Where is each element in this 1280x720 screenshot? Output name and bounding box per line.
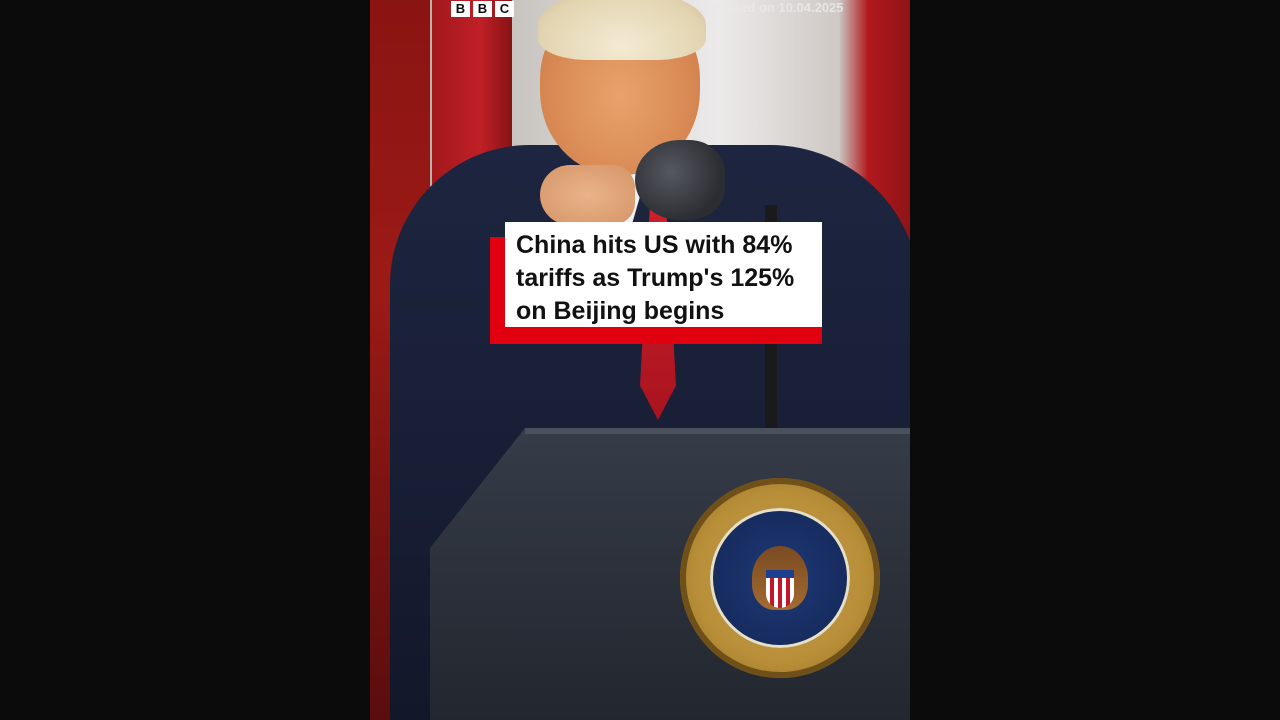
posted-date: Posted on 10.04.2025 xyxy=(712,0,844,15)
shield-icon xyxy=(766,570,794,608)
speaker-hand xyxy=(540,165,635,225)
video-still xyxy=(370,0,910,720)
bbc-logo-letter: B xyxy=(473,1,492,17)
seal-inner-field xyxy=(710,508,850,648)
speaker-hair xyxy=(538,0,706,60)
bbc-logo-letter: B xyxy=(451,1,470,17)
bbc-logo-letter: C xyxy=(495,1,514,17)
presidential-seal xyxy=(680,478,880,678)
headline-card: China hits US with 84% tariffs as Trump'… xyxy=(490,222,835,344)
podium-edge xyxy=(525,428,910,434)
video-frame: B B C Posted on 10.04.2025 China hits US… xyxy=(0,0,1280,720)
headline-text: China hits US with 84% tariffs as Trump'… xyxy=(516,231,795,325)
bbc-logo: B B C xyxy=(451,1,514,17)
microphone xyxy=(635,140,725,220)
headline-box: China hits US with 84% tariffs as Trump'… xyxy=(505,222,822,327)
